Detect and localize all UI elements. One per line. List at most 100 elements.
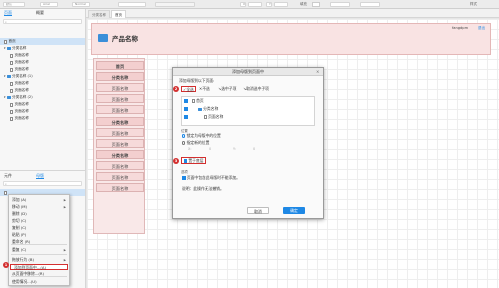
context-menu-item[interactable]: 使用情况...(U) bbox=[9, 279, 69, 285]
tree-item-label: 分类名称 (2) bbox=[12, 95, 33, 99]
nav-menu-master[interactable]: 首页 分类名称 页面名称 页面名称 页面名称 分类名称 页面名称 页面名称 分类名称 页面名称 页面… bbox=[93, 58, 145, 234]
dialog-instruction: 添加母版到以下页面: bbox=[179, 78, 215, 83]
text-size-box[interactable] bbox=[118, 2, 146, 7]
search-icon: ⌕ bbox=[5, 181, 7, 186]
page-tab[interactable]: 首页 bbox=[111, 10, 126, 18]
nav-page-item[interactable]: 页面名称 bbox=[96, 105, 144, 115]
context-menu-item[interactable]: 移动 (M) ▶ bbox=[9, 204, 69, 210]
tree-page-item[interactable]: 页面名称 bbox=[0, 115, 85, 122]
checkbox-icon[interactable] bbox=[184, 99, 188, 103]
nav-page-item[interactable]: 页面名称 bbox=[96, 160, 144, 170]
radio-lock-position[interactable]: 锁定为母版中的位置 bbox=[182, 133, 221, 138]
format-buttons[interactable] bbox=[155, 2, 195, 7]
menu-item-label: 粘贴 (P) bbox=[12, 232, 27, 237]
ok-button[interactable]: 确定 bbox=[283, 207, 305, 214]
style-select[interactable]: 默认 bbox=[3, 2, 25, 7]
context-menu-item[interactable]: 粘贴 (P) bbox=[9, 232, 69, 238]
page-search-input[interactable]: ⌕ bbox=[3, 19, 82, 24]
tree-item-label: 页面名称 bbox=[14, 109, 29, 113]
logout-link[interactable]: 退出 bbox=[478, 26, 485, 31]
chevron-down-icon[interactable]: ▾ bbox=[4, 45, 6, 52]
x-input[interactable] bbox=[248, 2, 262, 7]
context-menu-item[interactable]: 重复 (C) ▶ bbox=[9, 247, 69, 253]
nav-section-item[interactable]: 分类名称 bbox=[96, 116, 144, 126]
context-menu-item[interactable]: 添加 (A) ▶ bbox=[9, 197, 69, 203]
opacity-select[interactable] bbox=[360, 2, 380, 7]
tab-pages[interactable]: 页面 bbox=[4, 10, 12, 16]
tab-masters[interactable]: 母版 bbox=[36, 173, 44, 179]
page-icon bbox=[10, 53, 13, 58]
tab-widgets[interactable]: 元件 bbox=[4, 173, 12, 179]
page-icon bbox=[203, 115, 207, 119]
x-coord-label: X: bbox=[188, 147, 192, 151]
checkbox-icon[interactable] bbox=[184, 115, 188, 119]
context-menu-item[interactable]: 剪切 (C) bbox=[9, 218, 69, 224]
tree-folder-item[interactable]: ▾ 分类名称 (1) bbox=[0, 73, 85, 80]
nav-page-item[interactable]: 页面名称 bbox=[96, 172, 144, 181]
tree-page-item[interactable]: 页面名称 bbox=[0, 59, 85, 66]
close-icon[interactable]: × bbox=[316, 69, 319, 74]
page-tree: 首页 ▾ 分类名称 页面名称 页面名称 页面名称 ▾ 分类名称 (1) 页面名称 页面名称 ▾ 分类名… bbox=[0, 38, 85, 122]
nav-page-item[interactable]: 页面名称 bbox=[96, 94, 144, 104]
tree-item-label: 页面名称 bbox=[14, 67, 29, 71]
menu-item-label: 添加到页面中...(A) bbox=[14, 265, 46, 270]
context-menu-item[interactable]: 复制 (C) bbox=[9, 225, 69, 231]
tree-page-item[interactable]: 页面名称 bbox=[0, 66, 85, 73]
tree-page-item[interactable]: 页面名称 bbox=[0, 80, 85, 87]
font-select[interactable]: Arial bbox=[40, 2, 58, 7]
nav-section-item[interactable]: 分类名称 bbox=[96, 72, 144, 82]
context-menu-item[interactable]: 添加到页面中...(A) bbox=[10, 264, 68, 270]
context-menu-item[interactable]: 拖放行为 (B) ▶ bbox=[9, 257, 69, 263]
nav-page-item[interactable]: 页面名称 bbox=[96, 83, 144, 93]
nav-page-item[interactable]: 页面名称 bbox=[96, 183, 144, 193]
y-input[interactable] bbox=[274, 2, 288, 7]
step-marker-3: 3 bbox=[173, 158, 179, 164]
nav-page-item[interactable]: 页面名称 bbox=[96, 138, 144, 148]
select-none-button[interactable]: ✕不选 bbox=[199, 86, 210, 91]
nav-section-item[interactable]: 分类名称 bbox=[96, 149, 144, 159]
master-search-input[interactable]: ⌕ bbox=[3, 181, 82, 186]
menu-separator bbox=[11, 276, 67, 277]
nav-section-item[interactable]: 首页 bbox=[96, 61, 144, 70]
page-tab[interactable]: 分类名称 bbox=[88, 10, 110, 18]
page-icon bbox=[10, 67, 13, 72]
tree-item-label: 首页 bbox=[8, 39, 16, 43]
dialog-tree-item[interactable]: 页面名称 bbox=[184, 114, 223, 119]
select-all-button[interactable]: ✓全选 bbox=[181, 86, 196, 92]
page-header-master[interactable]: 产品名称 fangdpm 退出 bbox=[91, 23, 491, 55]
logo-icon bbox=[98, 34, 108, 42]
menu-item-label: 使用情况...(U) bbox=[12, 279, 37, 284]
checkbox-icon[interactable] bbox=[184, 107, 188, 111]
radio-new-position[interactable]: 指定新的位置 bbox=[182, 140, 209, 145]
menu-item-label: 剪切 (C) bbox=[12, 218, 27, 223]
send-to-back-checkbox[interactable]: 置于底层 bbox=[181, 157, 206, 164]
context-menu-item[interactable]: 删除 (D) bbox=[9, 211, 69, 217]
logo-text: 产品名称 bbox=[112, 35, 138, 43]
dialog-tree-label: 分类名称 bbox=[203, 106, 219, 111]
chevron-down-icon[interactable]: ▾ bbox=[4, 73, 6, 80]
nav-page-item[interactable]: 页面名称 bbox=[96, 127, 144, 137]
tree-page-item[interactable]: 首页 bbox=[0, 38, 85, 45]
x-coord-value[interactable]: 0 bbox=[209, 147, 211, 152]
dialog-tree-item[interactable]: 首页 bbox=[184, 98, 204, 103]
fill-color-swatch[interactable] bbox=[312, 2, 320, 7]
tree-page-item[interactable]: 页面名称 bbox=[0, 87, 85, 94]
tree-page-item[interactable]: 页面名称 bbox=[0, 52, 85, 59]
checkbox-icon bbox=[183, 159, 188, 163]
select-children-button[interactable]: ↘选中子项 bbox=[218, 86, 236, 91]
y-coord-value[interactable]: 0 bbox=[253, 147, 255, 152]
tree-folder-item[interactable]: ▾ 分类名称 bbox=[0, 45, 85, 52]
border-select[interactable] bbox=[330, 2, 350, 7]
chevron-down-icon[interactable]: ▾ bbox=[4, 94, 6, 101]
skip-existing-checkbox[interactable]: 页面中包含此母版时不能添加。 bbox=[182, 175, 240, 180]
tree-page-item[interactable]: 页面名称 bbox=[0, 101, 85, 108]
cancel-button[interactable]: 取消 bbox=[247, 207, 269, 214]
dialog-tree-item[interactable]: 分类名称 bbox=[184, 106, 218, 111]
dialog-tree-label: 首页 bbox=[196, 98, 204, 103]
deselect-children-button[interactable]: ↘取消选中子项 bbox=[243, 86, 269, 91]
tab-outline[interactable]: 概要 bbox=[36, 10, 44, 16]
tree-page-item[interactable]: 页面名称 bbox=[0, 108, 85, 115]
weight-select[interactable]: Normal bbox=[72, 2, 90, 7]
top-toolbar: 默认 Arial Normal X Y 填充 样式 bbox=[0, 0, 499, 9]
tree-folder-item[interactable]: ▾ 分类名称 (2) bbox=[0, 94, 85, 101]
